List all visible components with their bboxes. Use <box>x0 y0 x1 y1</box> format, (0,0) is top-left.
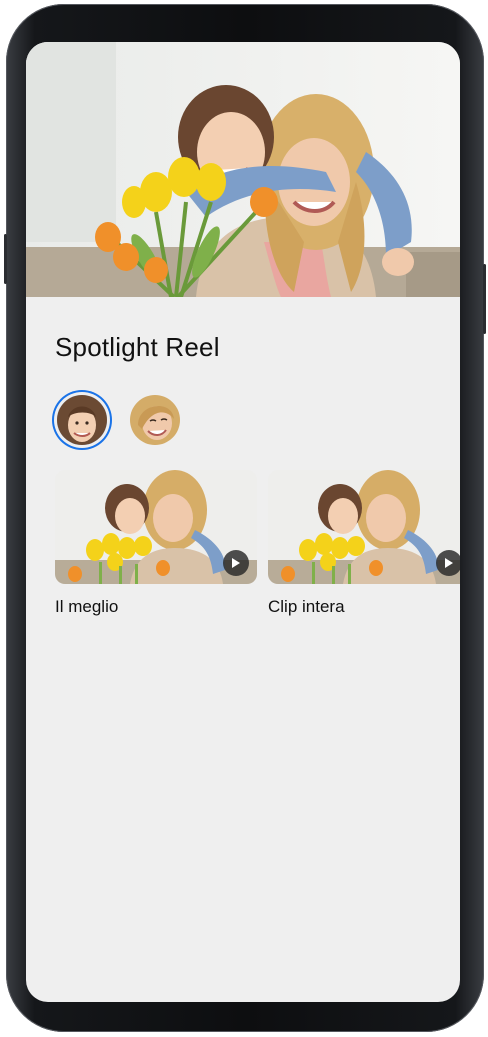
person-chip-girl[interactable] <box>57 395 107 445</box>
play-button[interactable] <box>223 550 249 576</box>
thumbnail-image <box>268 470 460 584</box>
power-button <box>483 264 486 334</box>
hero-photo-illustration <box>26 42 460 297</box>
face-avatar-girl-icon <box>57 395 107 445</box>
app-screen: Spotlight Reel Il meglio Clip intera <box>26 42 460 1002</box>
person-chip-woman[interactable] <box>130 395 180 445</box>
play-icon <box>232 558 240 568</box>
video-thumbnail-highlights[interactable] <box>55 470 257 584</box>
hero-photo <box>26 42 460 297</box>
play-button[interactable] <box>436 550 460 576</box>
page-title: Spotlight Reel <box>55 332 220 362</box>
video-label-highlights: Il meglio <box>55 597 119 616</box>
volume-button <box>4 234 7 284</box>
face-avatar-woman-icon <box>130 395 180 445</box>
video-label-full-clip: Clip intera <box>268 597 345 616</box>
video-thumbnail-full-clip[interactable] <box>268 470 460 584</box>
play-icon <box>445 558 453 568</box>
